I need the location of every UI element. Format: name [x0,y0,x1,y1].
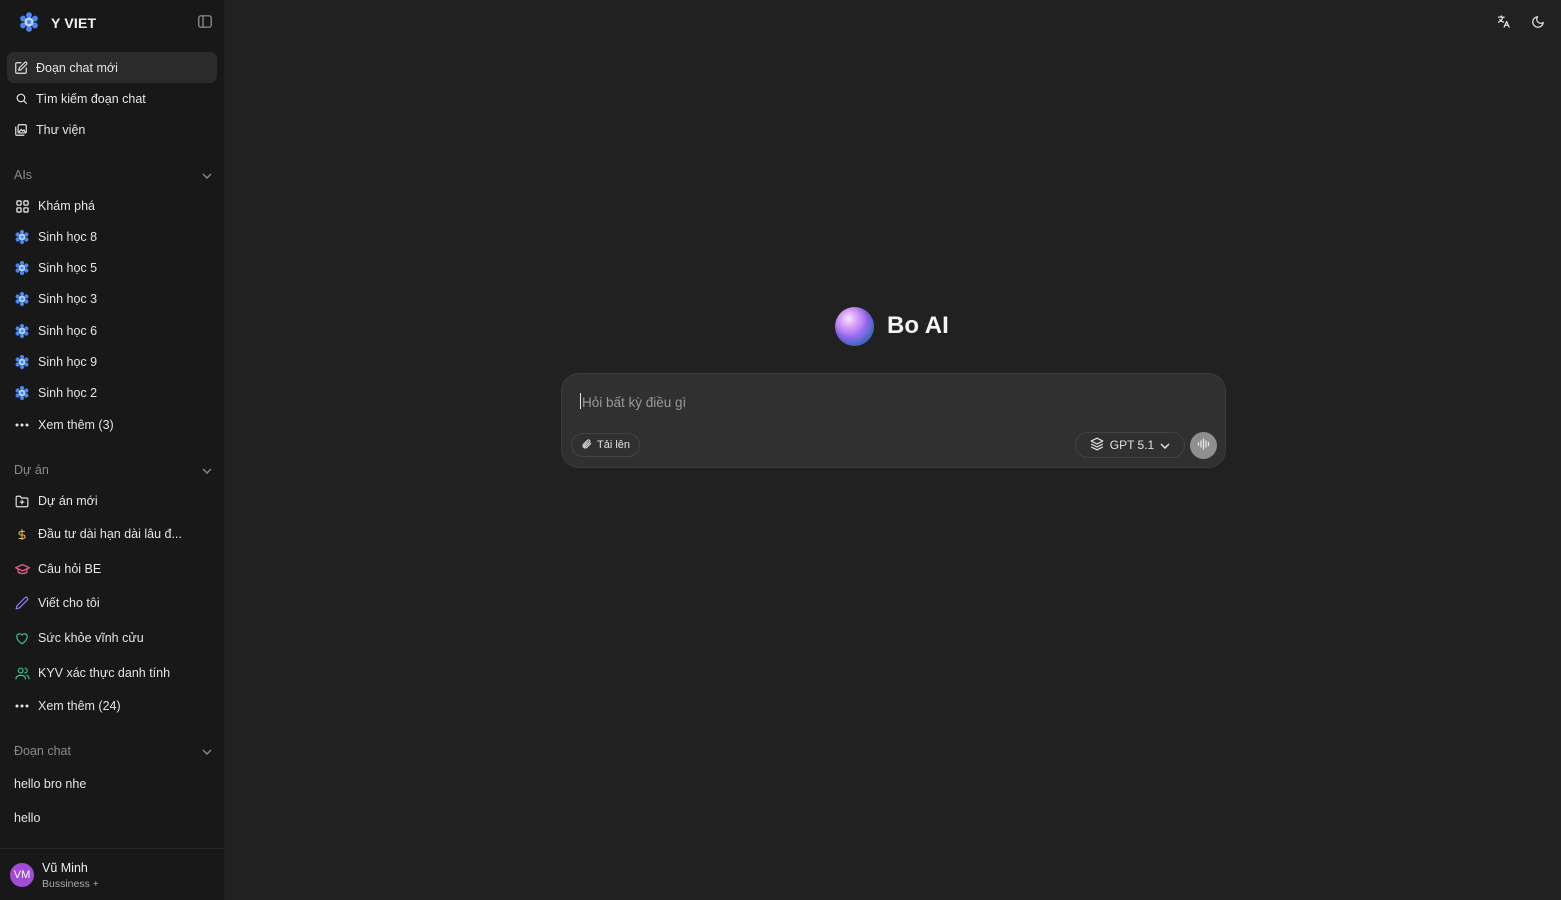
new-project-label: Dự án mới [38,494,98,508]
explore-ais-item[interactable]: Khám phá [14,194,214,218]
pen-icon [14,595,30,611]
new-chat-button[interactable]: Đoạn chat mới [7,52,217,83]
explore-ais-label: Khám phá [38,199,95,213]
search-icon [14,92,28,106]
projects-see-more-label: Xem thêm (24) [38,699,121,713]
ai-item-label: Sinh học 3 [38,292,98,307]
folder-plus-icon [14,493,30,509]
model-selector[interactable]: GPT 5.1 [1075,432,1185,458]
ai-item[interactable]: Sinh học 6 [14,319,214,343]
library-button[interactable]: Thư viện [7,114,217,145]
ai-item[interactable]: Sinh học 9 [14,350,214,374]
layers-icon [1090,437,1104,454]
ai-item[interactable]: Sinh học 2 [14,381,214,405]
user-plan: Bussiness + [42,878,99,890]
ais-section-title: AIs [14,168,33,182]
ai-item-label: Sinh học 8 [38,230,98,244]
ai-item[interactable]: Sinh học 3 [14,287,214,311]
sidebar-toggle-button[interactable] [196,15,213,31]
text-caret [580,393,581,409]
search-chats-label: Tìm kiếm đoạn chat [36,91,146,106]
chats-section-header[interactable]: Đoạn chat [14,742,212,760]
brand-name: Y VIET [51,15,97,31]
ais-see-more[interactable]: Xem thêm (3) [14,413,214,437]
voice-mode-button[interactable] [1190,432,1217,459]
paperclip-icon [581,438,592,453]
ai-assistant-icon [14,354,30,370]
ai-assistant-icon [14,385,30,401]
ai-assistant-icon [14,229,30,245]
ai-item-label: Sinh học 6 [38,323,98,338]
more-dots-icon [14,698,30,714]
project-item[interactable]: Đầu tư dài hạn dài lâu đ... [14,522,214,546]
new-chat-label: Đoạn chat mới [36,60,118,75]
ai-item-label: Sinh học 9 [38,354,98,369]
theme-toggle-button[interactable] [1529,14,1547,32]
assistant-title: Bo AI [887,312,949,339]
ai-assistant-icon [14,323,30,339]
project-label: KYV xác thực danh tính [38,666,171,680]
chats-section-title: Đoạn chat [14,744,71,758]
ai-assistant-icon [14,291,30,307]
sidebar: Y VIET Đoạn chat mới Tìm kiếm đoạn chat … [0,0,225,900]
chevron-down-icon [202,744,212,758]
ais-section-header[interactable]: AIs [14,166,212,184]
user-profile[interactable]: VM Vũ Minh Bussiness + [0,848,224,900]
heart-icon [14,630,30,646]
projects-section-header[interactable]: Dự án [14,461,212,479]
dollar-icon [14,526,30,542]
chat-composer: Tải lên GPT 5.1 [561,373,1226,468]
users-icon [14,665,30,681]
chat-history-item[interactable]: hello [14,807,214,829]
new-project-item[interactable]: Dự án mới [14,489,214,513]
ais-see-more-label: Xem thêm (3) [38,418,114,432]
ai-item-label: Sinh học 5 [38,261,98,276]
ai-assistant-icon [14,260,30,276]
project-label: Câu hỏi BE [38,562,102,576]
project-item[interactable]: KYV xác thực danh tính [14,661,214,685]
project-label: Đầu tư dài hạn dài lâu đ... [38,527,182,541]
upload-button[interactable]: Tải lên [571,433,641,457]
projects-see-more[interactable]: Xem thêm (24) [14,694,214,718]
brand[interactable]: Y VIET [18,11,96,35]
graduation-cap-icon [14,561,30,577]
project-label: Viết cho tôi [38,596,100,610]
translate-icon [1496,14,1511,32]
assistant-logo-icon [835,306,874,346]
search-chats-button[interactable]: Tìm kiếm đoạn chat [7,83,217,114]
chevron-down-icon [1160,438,1170,452]
project-label: Sức khỏe vĩnh cửu [38,631,144,645]
brand-logo-icon [18,11,40,36]
more-dots-icon [14,417,30,433]
chat-history-item[interactable]: hello bro nhe [14,773,214,795]
library-icon [14,123,28,137]
chevron-down-icon [202,168,212,182]
library-label: Thư viện [36,122,86,137]
ai-item[interactable]: Sinh học 8 [14,225,214,249]
upload-label: Tải lên [597,439,631,451]
moon-icon [1531,15,1545,32]
project-item[interactable]: Viết cho tôi [14,591,214,615]
ai-item[interactable]: Sinh học 5 [14,256,214,280]
avatar: VM [10,863,34,887]
user-name: Vũ Minh [42,861,88,875]
project-item[interactable]: Sức khỏe vĩnh cửu [14,626,214,650]
grid-icon [14,198,30,214]
project-item[interactable]: Câu hỏi BE [14,557,214,581]
chevron-down-icon [202,463,212,477]
assistant-header: Bo AI [835,306,949,346]
edit-icon [14,61,28,75]
sidebar-toggle-icon [197,15,212,31]
waveform-icon [1197,438,1211,453]
translate-button[interactable] [1494,14,1512,32]
ai-item-label: Sinh học 2 [38,386,98,400]
model-name: GPT 5.1 [1109,438,1155,452]
prompt-input[interactable] [580,390,1184,414]
projects-section-title: Dự án [14,463,49,477]
